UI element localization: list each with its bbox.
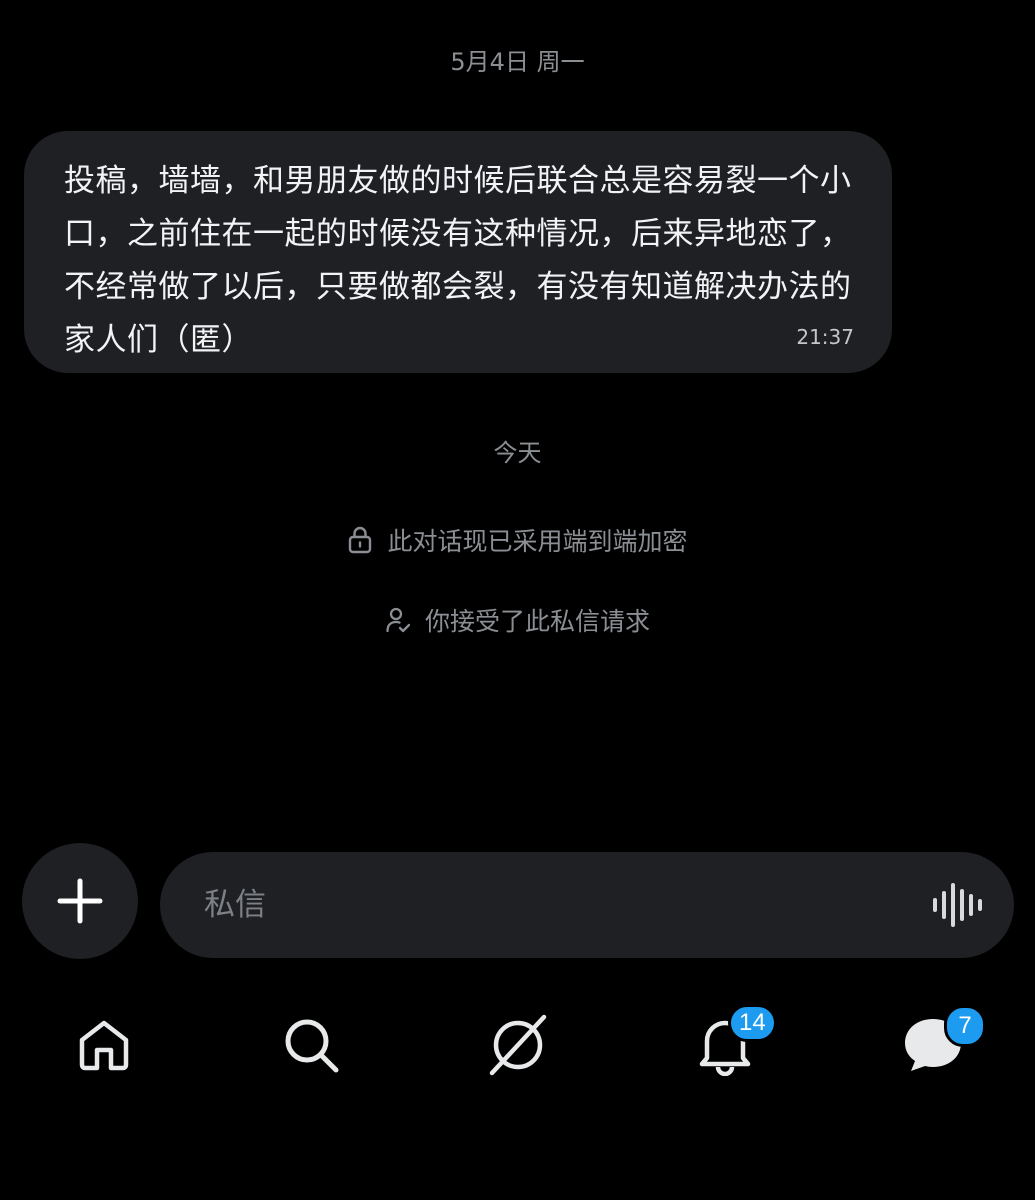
home-icon <box>79 1020 129 1071</box>
accepted-request-text: 你接受了此私信请求 <box>424 607 650 636</box>
tab-grok[interactable] <box>483 1010 553 1080</box>
plus-icon <box>57 878 103 924</box>
message-text: 投稿，墙墙，和男朋友做的时候后联合总是容易裂一个小口，之前住在一起的时候没有这种… <box>64 163 852 358</box>
voice-message-button[interactable] <box>932 881 984 929</box>
message-timestamp: 21:37 <box>796 325 854 349</box>
notifications-badge: 14 <box>728 1004 777 1042</box>
message-input[interactable] <box>202 886 932 924</box>
tab-search[interactable] <box>276 1010 346 1080</box>
tab-home[interactable] <box>69 1010 139 1080</box>
user-check-icon <box>385 606 411 634</box>
encryption-notice-text: 此对话现已采用端到端加密 <box>387 527 688 556</box>
search-icon <box>285 1019 339 1073</box>
date-separator-today: 今天 <box>493 439 542 467</box>
add-attachment-button[interactable] <box>22 843 138 959</box>
message-composer[interactable] <box>160 852 1014 958</box>
date-separator: 5月4日 周一 <box>450 48 585 76</box>
message-bubble[interactable]: 投稿，墙墙，和男朋友做的时候后联合总是容易裂一个小口，之前住在一起的时候没有这种… <box>24 131 892 373</box>
encryption-notice: 此对话现已采用端到端加密 <box>0 522 1035 558</box>
grok-icon <box>489 1014 547 1076</box>
voice-waveform-icon <box>933 883 982 927</box>
accepted-request-notice: 你接受了此私信请求 <box>0 602 1035 638</box>
lock-icon <box>347 526 373 554</box>
messages-badge: 7 <box>944 1005 986 1047</box>
